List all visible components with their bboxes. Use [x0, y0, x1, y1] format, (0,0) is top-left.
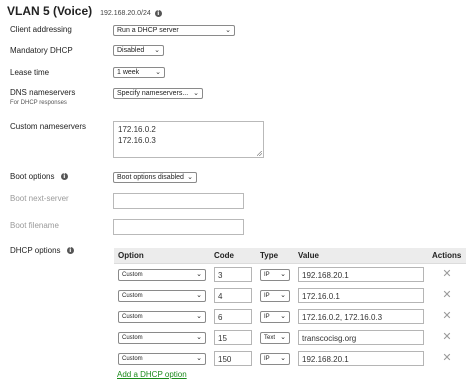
info-icon[interactable]: i — [154, 10, 162, 17]
value-input[interactable]: transcocisg.org — [298, 330, 424, 345]
table-row: Custom ⌄ 4 IP ⌄ 172.16.0.1 ✕ — [114, 285, 466, 306]
mandatory-dhcp-label: Mandatory DHCP — [10, 46, 73, 55]
nameserver-line: 172.16.0.2 — [118, 125, 156, 134]
type-value: Text — [264, 334, 276, 341]
type-select[interactable]: IP ⌄ — [260, 352, 290, 365]
option-value: Custom — [122, 334, 143, 341]
table-header-row: Option Code Type Value Actions — [114, 248, 466, 264]
type-value: IP — [264, 271, 270, 278]
add-dhcp-option-link[interactable]: Add a DHCP option — [117, 370, 187, 379]
dns-nameservers-label: DNS nameservers — [10, 88, 76, 97]
chevron-down-icon: ⌄ — [154, 47, 160, 54]
chevron-down-icon: ⌄ — [196, 354, 202, 362]
boot-options-select[interactable]: Boot options disabled ⌄ — [113, 172, 197, 183]
chevron-down-icon: ⌄ — [196, 333, 202, 341]
column-header-option: Option — [114, 248, 210, 264]
value-input[interactable]: 192.168.20.1 — [298, 351, 424, 366]
lease-time-value: 1 week — [117, 69, 140, 76]
table-row: Custom ⌄ 6 IP ⌄ 172.16.0.2, 172.16.0.3 ✕ — [114, 306, 466, 327]
close-icon[interactable]: ✕ — [432, 353, 462, 364]
lease-time-label: Lease time — [10, 68, 50, 77]
type-select[interactable]: IP ⌄ — [260, 268, 290, 281]
chevron-down-icon: ⌄ — [280, 270, 286, 278]
code-input[interactable]: 150 — [214, 351, 252, 366]
code-input[interactable]: 15 — [214, 330, 252, 345]
close-icon[interactable]: ✕ — [432, 332, 462, 343]
subnet-label: 192.168.20.0/24 — [100, 10, 151, 17]
info-icon[interactable]: i — [66, 247, 74, 255]
type-select[interactable]: IP ⌄ — [260, 289, 290, 302]
boot-options-value: Boot options disabled — [117, 174, 184, 181]
code-input[interactable]: 4 — [214, 288, 252, 303]
client-addressing-select[interactable]: Run a DHCP server ⌄ — [113, 25, 235, 36]
chevron-down-icon: ⌄ — [193, 90, 199, 97]
column-header-code: Code — [210, 248, 256, 264]
chevron-down-icon: ⌄ — [196, 291, 202, 299]
type-value: IP — [264, 292, 270, 299]
chevron-down-icon: ⌄ — [280, 354, 286, 362]
value-input[interactable]: 192.168.20.1 — [298, 267, 424, 282]
option-select[interactable]: Custom ⌄ — [118, 352, 206, 365]
chevron-down-icon: ⌄ — [225, 27, 231, 34]
type-value: IP — [264, 355, 270, 362]
chevron-down-icon: ⌄ — [280, 291, 286, 299]
value-input[interactable]: 172.16.0.1 — [298, 288, 424, 303]
chevron-down-icon: ⌄ — [196, 270, 202, 278]
chevron-down-icon: ⌄ — [196, 312, 202, 320]
type-select[interactable]: IP ⌄ — [260, 310, 290, 323]
column-header-value: Value — [294, 248, 428, 264]
close-icon[interactable]: ✕ — [432, 311, 462, 322]
option-value: Custom — [122, 313, 143, 320]
dns-nameservers-sublabel: For DHCP responses — [10, 100, 67, 106]
mandatory-dhcp-value: Disabled — [117, 47, 145, 54]
table-row: Custom ⌄ 15 Text ⌄ transcocisg.org ✕ — [114, 327, 466, 348]
option-select[interactable]: Custom ⌄ — [118, 268, 206, 281]
code-input[interactable]: 3 — [214, 267, 252, 282]
type-select[interactable]: Text ⌄ — [260, 331, 290, 344]
close-icon[interactable]: ✕ — [432, 290, 462, 301]
dhcp-options-label: DHCP options i — [10, 246, 74, 255]
dns-nameservers-select[interactable]: Specify nameservers... ⌄ — [113, 88, 203, 99]
close-icon[interactable]: ✕ — [432, 269, 462, 280]
boot-filename-label: Boot filename — [10, 221, 59, 230]
option-select[interactable]: Custom ⌄ — [118, 310, 206, 323]
dhcp-options-table: Option Code Type Value Actions Custom ⌄ 3… — [114, 248, 466, 369]
chevron-down-icon: ⌄ — [280, 312, 286, 320]
column-header-actions: Actions — [428, 248, 466, 264]
option-value: Custom — [122, 355, 143, 362]
page-header: VLAN 5 (Voice) 192.168.20.0/24 i — [7, 4, 162, 20]
table-row: Custom ⌄ 3 IP ⌄ 192.168.20.1 ✕ — [114, 264, 466, 286]
nameserver-line: 172.16.0.3 — [118, 136, 156, 145]
boot-options-label: Boot options i — [10, 172, 68, 181]
option-select[interactable]: Custom ⌄ — [118, 289, 206, 302]
boot-next-server-input[interactable] — [113, 193, 244, 209]
client-addressing-label: Client addressing — [10, 25, 72, 34]
chevron-down-icon: ⌄ — [155, 69, 161, 76]
type-value: IP — [264, 313, 270, 320]
boot-next-server-label: Boot next-server — [10, 194, 69, 203]
info-icon[interactable]: i — [60, 173, 68, 181]
table-row: Custom ⌄ 150 IP ⌄ 192.168.20.1 ✕ — [114, 348, 466, 369]
dns-nameservers-value: Specify nameservers... — [117, 90, 189, 97]
page-title: VLAN 5 (Voice) — [7, 4, 93, 18]
lease-time-select[interactable]: 1 week ⌄ — [113, 67, 165, 78]
resize-grip-icon[interactable] — [257, 151, 262, 156]
dhcp-options-label-text: DHCP options — [10, 246, 61, 255]
value-input[interactable]: 172.16.0.2, 172.16.0.3 — [298, 309, 424, 324]
boot-filename-input[interactable] — [113, 219, 244, 235]
code-input[interactable]: 6 — [214, 309, 252, 324]
option-value: Custom — [122, 292, 143, 299]
option-select[interactable]: Custom ⌄ — [118, 331, 206, 344]
client-addressing-value: Run a DHCP server — [117, 27, 179, 34]
boot-options-label-text: Boot options — [10, 172, 55, 181]
chevron-down-icon: ⌄ — [280, 333, 286, 341]
mandatory-dhcp-select[interactable]: Disabled ⌄ — [113, 45, 164, 56]
chevron-down-icon: ⌄ — [187, 174, 193, 181]
custom-nameservers-textarea[interactable]: 172.16.0.2 172.16.0.3 — [113, 121, 264, 158]
custom-nameservers-label: Custom nameservers — [10, 122, 87, 131]
column-header-type: Type — [256, 248, 294, 264]
option-value: Custom — [122, 271, 143, 278]
